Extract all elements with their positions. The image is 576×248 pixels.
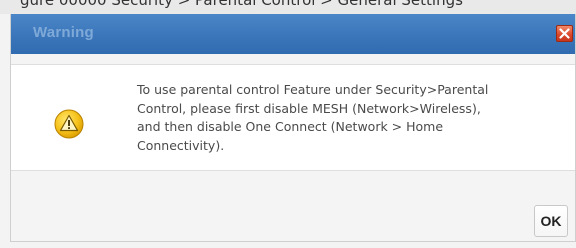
background-header-strip: gure 00000 Security > Parental Control >… <box>0 0 576 14</box>
message-line: Control, please first disable MESH (Netw… <box>137 100 481 116</box>
ok-button[interactable]: OK <box>534 205 568 237</box>
dialog-body: To use parental control Feature under Se… <box>11 64 575 171</box>
warning-dialog: Warning To use parental control Feature … <box>10 14 576 242</box>
warning-icon <box>54 109 84 139</box>
close-button[interactable] <box>556 25 573 42</box>
dialog-title: Warning <box>33 24 94 41</box>
warning-message: To use parental control Feature under Se… <box>137 81 567 155</box>
page-background: gure 00000 Security > Parental Control >… <box>0 0 576 248</box>
message-line: To use parental control Feature under Se… <box>137 82 489 97</box>
dialog-titlebar: Warning <box>11 14 575 54</box>
message-line: Connectivity). <box>137 137 225 153</box>
background-figure-caption: gure 00000 Security > Parental Control >… <box>20 0 463 9</box>
message-line: and then disable One Connect (Network > … <box>137 119 444 134</box>
close-icon <box>559 28 570 39</box>
